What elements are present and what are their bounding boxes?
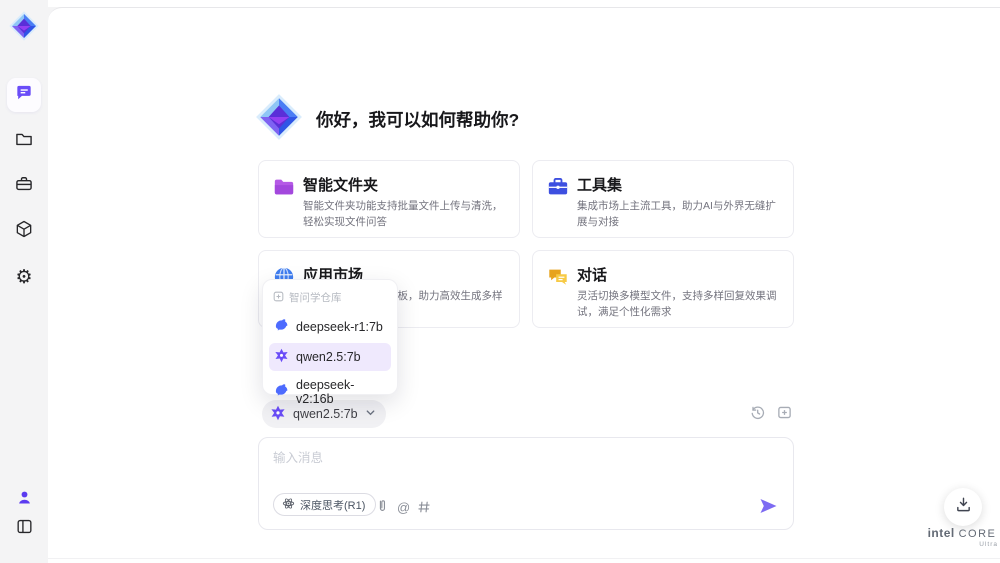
sidebar-item-apps[interactable] — [7, 214, 41, 248]
card-title: 对话 — [577, 267, 608, 284]
card-title: 智能文件夹 — [303, 177, 379, 194]
model-option-deepseek-r1[interactable]: deepseek-r1:7b — [269, 313, 391, 341]
folder-purple-icon — [273, 176, 295, 198]
app-logo-icon — [8, 10, 40, 42]
repo-label: 智问学仓库 — [289, 292, 342, 304]
sidebar-item-toolbox[interactable] — [7, 169, 41, 203]
send-icon[interactable] — [757, 495, 779, 517]
card-description: 智能文件夹功能支持批量文件上传与清洗，轻松实现文件问答 — [303, 200, 503, 228]
folder-icon — [14, 129, 34, 154]
deep-think-toggle[interactable]: 深度思考(R1) — [273, 493, 377, 516]
atom-icon — [282, 497, 295, 513]
download-button[interactable] — [944, 488, 982, 526]
model-option-label: deepseek-v2:16b — [296, 378, 355, 406]
layout-panel-icon — [15, 517, 34, 541]
sidebar-item-settings[interactable]: ⚙ — [7, 260, 41, 294]
card-toolset[interactable]: 工具集 集成市场上主流工具，助力AI与外界无缝扩展与对接 — [532, 160, 794, 238]
greeting-text: 你好，我可以如何帮助你? — [316, 110, 520, 130]
paperclip-icon[interactable] — [375, 498, 389, 514]
history-icon[interactable] — [750, 405, 765, 425]
new-chat-icon[interactable] — [777, 405, 792, 425]
chat-tools — [750, 405, 792, 425]
ultra-label: Ultra — [979, 541, 998, 548]
app-window: ⚙ 你好，我可以如何帮助你? 智能文件夹 智能文件夹功能支持批量文件上传与清洗，… — [0, 0, 1000, 563]
deep-think-label: 深度思考(R1) — [300, 499, 366, 512]
mention-icon[interactable]: @ — [397, 500, 410, 515]
model-option-label: qwen2.5:7b — [296, 350, 361, 364]
download-icon — [955, 496, 972, 518]
grid-icon[interactable] — [417, 500, 431, 514]
greeting: 你好，我可以如何帮助你? — [254, 92, 519, 147]
repo-icon — [273, 291, 284, 305]
model-option-deepseek-v2[interactable]: deepseek-v2:16b — [269, 373, 391, 411]
message-input[interactable] — [273, 447, 773, 489]
sidebar: ⚙ — [0, 0, 48, 563]
chat-icon — [14, 83, 34, 108]
card-description: 集成市场上主流工具，助力AI与外界无缝扩展与对接 — [577, 200, 776, 228]
core-label: core — [958, 528, 997, 540]
greeting-logo-icon — [254, 92, 304, 147]
card-smart-folder[interactable]: 智能文件夹 智能文件夹功能支持批量文件上传与清洗，轻松实现文件问答 — [258, 160, 520, 238]
card-dialog[interactable]: 对话 灵活切换多模型文件，支持多样回复效果调试，满足个性化需求 — [532, 250, 794, 328]
card-description: 灵活切换多模型文件，支持多样回复效果调试，满足个性化需求 — [577, 290, 777, 318]
toolbox-icon — [14, 174, 34, 199]
intel-label: intel — [927, 526, 955, 540]
briefcase-blue-icon — [547, 176, 569, 198]
sidebar-item-files[interactable] — [7, 124, 41, 158]
model-option-qwen[interactable]: qwen2.5:7b — [269, 343, 391, 371]
card-title: 工具集 — [577, 177, 623, 194]
settings-icon: ⚙ — [15, 266, 33, 288]
sidebar-item-chat[interactable] — [7, 78, 41, 112]
intel-core-badge: intel core Ultra — [926, 526, 998, 548]
sidebar-item-collapse[interactable] — [7, 512, 41, 546]
user-icon — [15, 488, 34, 512]
chat-yellow-icon — [547, 266, 569, 288]
model-repo-header: 智问学仓库 — [263, 288, 397, 311]
qwen-icon — [274, 348, 289, 366]
deepseek-icon — [274, 383, 289, 401]
model-dropdown: 智问学仓库 deepseek-r1:7b qwen2.5:7b deepseek… — [262, 279, 398, 406]
deepseek-icon — [274, 318, 289, 336]
cube-icon — [14, 219, 34, 244]
model-option-label: deepseek-r1:7b — [296, 320, 383, 334]
chat-input-box: 深度思考(R1) @ — [258, 437, 794, 530]
